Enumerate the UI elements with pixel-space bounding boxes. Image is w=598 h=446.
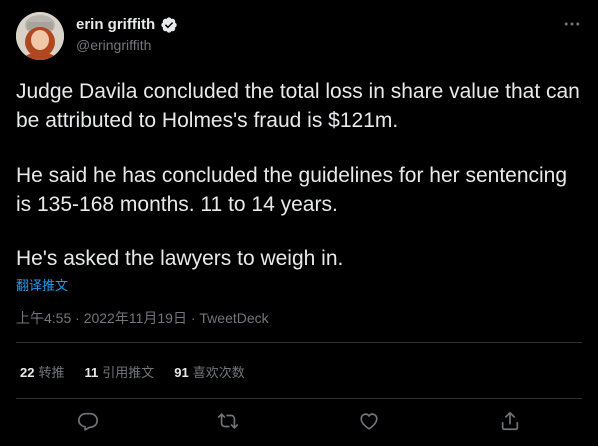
likes-stat[interactable]: 91 喜欢次数 bbox=[174, 362, 244, 381]
retweet-icon[interactable] bbox=[217, 410, 239, 432]
translate-tweet-link[interactable]: 翻译推文 bbox=[16, 275, 68, 294]
tweet-paragraph-3: He's asked the lawyers to weigh in. bbox=[16, 247, 344, 270]
tweet: erin griffith @eringriffith Judge Davila… bbox=[0, 0, 598, 446]
divider bbox=[16, 398, 582, 399]
tweet-date[interactable]: 2022年11月19日 bbox=[84, 310, 187, 326]
divider bbox=[16, 342, 582, 343]
avatar[interactable] bbox=[16, 12, 64, 60]
likes-label: 喜欢次数 bbox=[192, 365, 245, 380]
share-icon[interactable] bbox=[499, 410, 521, 432]
quotes-stat[interactable]: 11 引用推文 bbox=[84, 362, 154, 381]
reply-icon[interactable] bbox=[77, 410, 99, 432]
like-icon[interactable] bbox=[358, 410, 380, 432]
likes-count: 91 bbox=[174, 365, 189, 380]
tweet-actions bbox=[0, 404, 598, 440]
author-name[interactable]: erin griffith bbox=[76, 15, 155, 35]
tweet-time[interactable]: 上午4:55 bbox=[16, 310, 71, 326]
meta-separator: · bbox=[190, 310, 196, 326]
verified-badge-icon bbox=[161, 17, 177, 33]
tweet-stats: 22 转推 11 引用推文 91 喜欢次数 bbox=[20, 362, 265, 381]
more-icon[interactable] bbox=[562, 14, 582, 34]
quotes-count: 11 bbox=[84, 365, 99, 380]
avatar-image bbox=[16, 12, 64, 60]
retweets-label: 转推 bbox=[38, 365, 65, 380]
tweet-meta: 上午4:55 · 2022年11月19日 · TweetDeck bbox=[16, 309, 269, 327]
retweets-stat[interactable]: 22 转推 bbox=[20, 362, 64, 381]
author-handle[interactable]: @eringriffith bbox=[76, 36, 151, 54]
quotes-label: 引用推文 bbox=[102, 365, 155, 380]
retweets-count: 22 bbox=[20, 365, 35, 380]
meta-separator: · bbox=[75, 310, 80, 326]
tweet-source[interactable]: TweetDeck bbox=[199, 310, 268, 326]
tweet-paragraph-2: He said he has concluded the guidelines … bbox=[16, 164, 568, 216]
tweet-paragraph-1: Judge Davila concluded the total loss in… bbox=[16, 80, 580, 132]
